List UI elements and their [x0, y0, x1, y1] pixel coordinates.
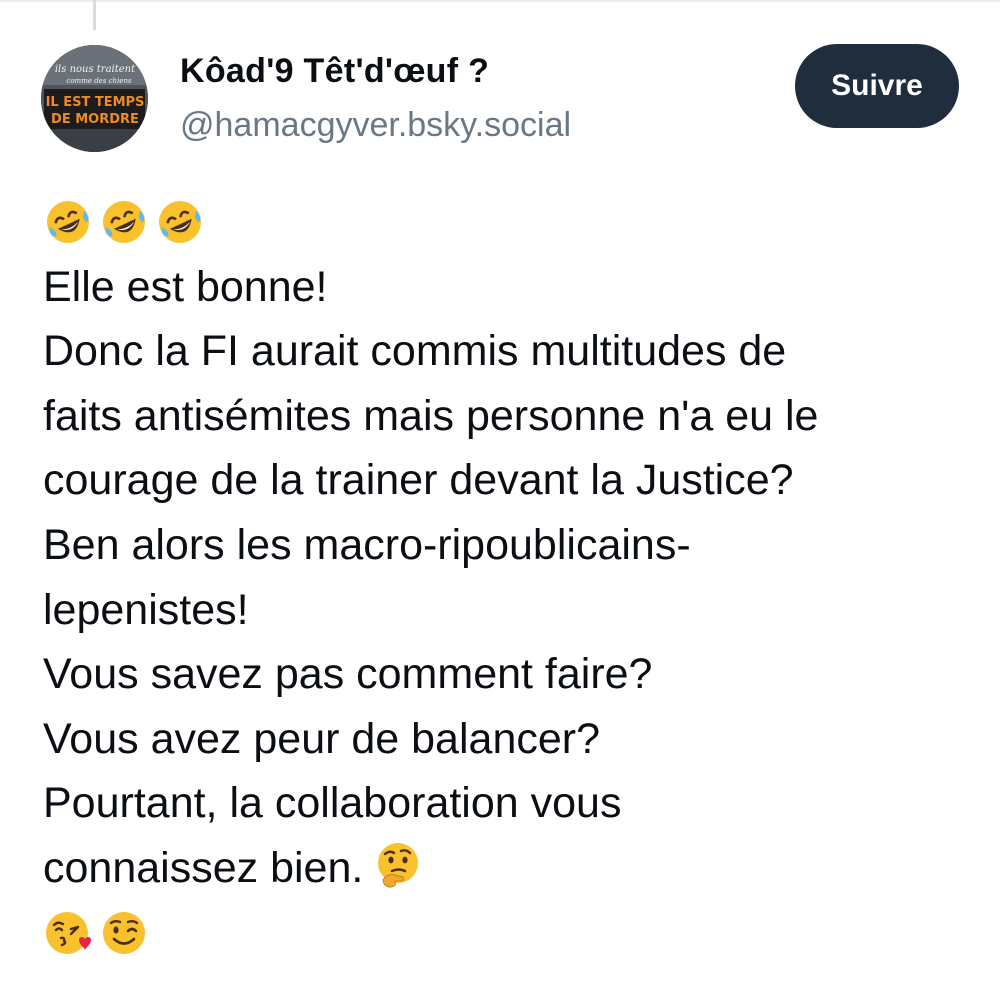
- follow-button[interactable]: Suivre: [795, 44, 959, 128]
- post-line: Donc la FI aurait commis multitudes de: [43, 327, 787, 376]
- post-line: Vous savez pas comment faire?: [43, 650, 653, 699]
- post-line: courage de la trainer devant la Justice?: [43, 456, 794, 505]
- avatar[interactable]: ils nous traitent comme des chiens IL ES…: [41, 45, 148, 152]
- post-line: connaissez bien.: [43, 843, 364, 892]
- post-line: Vous avez peur de balancer?: [43, 714, 601, 763]
- emoji-row-bottom: [43, 901, 983, 966]
- top-border: [0, 0, 1000, 2]
- rolling-on-floor-laughing-icon: [47, 201, 89, 244]
- avatar-text-3: IL EST TEMPS: [46, 95, 145, 110]
- post-line-with-emoji: connaissez bien.: [43, 836, 983, 901]
- post-line: lepenistes!: [43, 585, 249, 634]
- post-line: faits antisémites mais personne n'a eu l…: [43, 391, 819, 440]
- post-line: Ben alors les macro-ripoublicains-: [43, 520, 691, 569]
- avatar-text-1: ils nous traitent: [55, 64, 136, 75]
- avatar-text-2: comme des chiens: [66, 77, 132, 85]
- handle[interactable]: @hamacgyver.bsky.social: [180, 106, 571, 145]
- face-blowing-a-kiss-icon: [46, 911, 91, 954]
- rolling-on-floor-laughing-icon: [103, 201, 145, 244]
- post-line: Pourtant, la collaboration vous: [43, 779, 622, 828]
- post-text: Elle est bonne! Donc la FI aurait commis…: [43, 190, 983, 965]
- emoji-row-top: [43, 190, 983, 255]
- avatar-text-4: DE MORDRE: [51, 112, 139, 127]
- rolling-on-floor-laughing-icon: [159, 201, 201, 244]
- winking-face-icon: [103, 911, 145, 954]
- display-name[interactable]: Kôad'9 Têt'd'œuf ?: [180, 52, 489, 91]
- thinking-face-icon: [378, 842, 419, 888]
- thread-line: [93, 0, 96, 30]
- post-line: Elle est bonne!: [43, 262, 328, 311]
